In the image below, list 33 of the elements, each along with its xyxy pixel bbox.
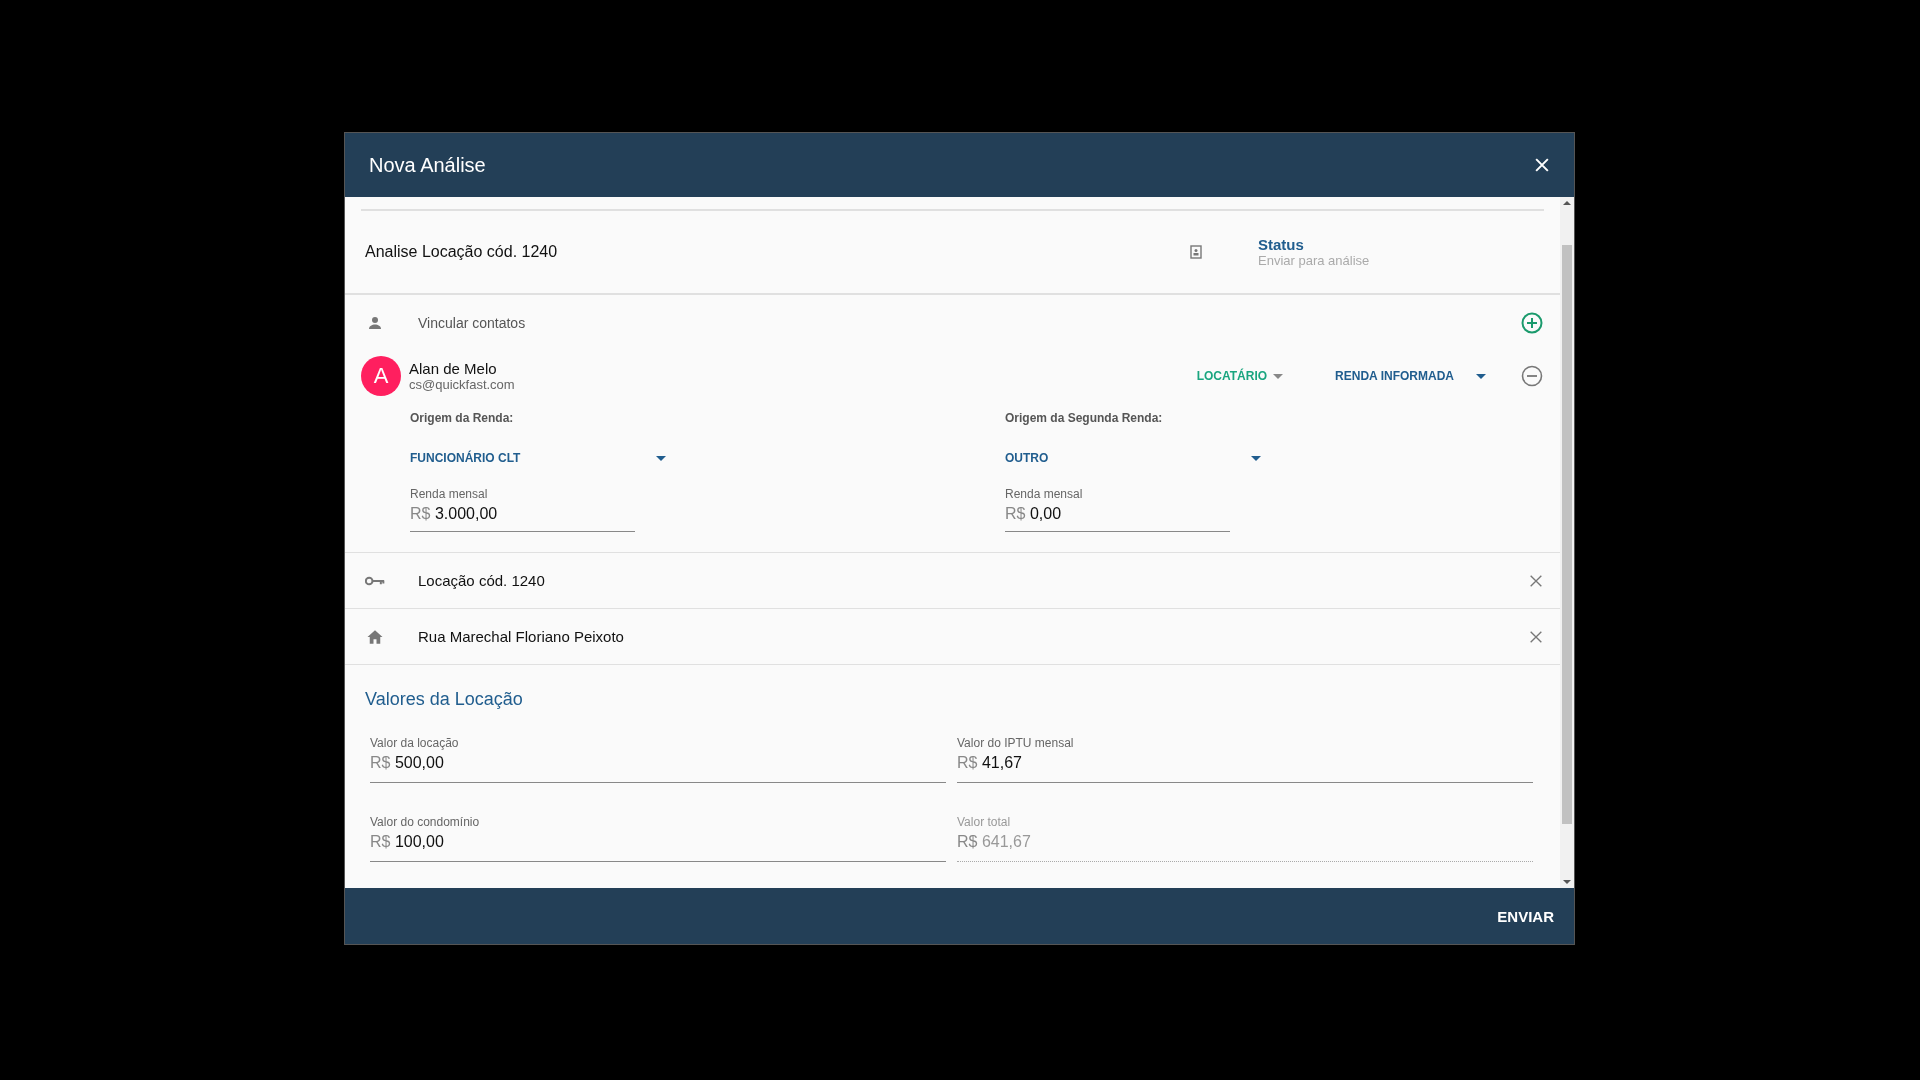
status-value: Enviar para análise <box>1258 253 1371 268</box>
linked-item-label: Rua Marechal Floriano Peixoto <box>418 628 625 645</box>
currency-field[interactable]: Valor do IPTU mensal R$ 41,67 <box>957 736 1533 783</box>
avatar: A <box>361 356 401 396</box>
scroll-up-arrow-icon[interactable] <box>1563 201 1571 205</box>
linked-item-label: Locação cód. 1240 <box>418 572 546 589</box>
income-source-label: Origem da Segunda Renda: <box>1005 411 1164 425</box>
income-source-label: Origem da Renda: <box>410 411 515 425</box>
caret-icon[interactable] <box>1273 373 1284 379</box>
add-icon[interactable] <box>1520 311 1544 335</box>
link-contacts-label: Vincular contatos <box>418 315 527 331</box>
status-label: Status <box>1258 236 1305 253</box>
dialog-title: Nova Análise <box>369 153 486 177</box>
key-icon <box>365 574 385 587</box>
remove-icon[interactable] <box>1520 364 1544 388</box>
currency-field[interactable]: Valor do condomínio R$ 100,00 <box>370 815 946 862</box>
caret-icon[interactable] <box>656 455 666 461</box>
caret-icon[interactable] <box>1476 373 1486 379</box>
income-type-dropdown[interactable]: RENDA INFORMADA <box>1331 365 1490 387</box>
record-title: Analise Locação cód. 1240 <box>365 243 559 261</box>
caret-icon[interactable] <box>1251 455 1261 461</box>
document-icon <box>1190 245 1202 259</box>
scroll-down-arrow-icon[interactable] <box>1563 880 1571 884</box>
income-source-dropdown[interactable]: OUTRO <box>1005 451 1261 465</box>
income-source-dropdown[interactable]: FUNCIONÁRIO CLT <box>410 451 666 465</box>
monthly-income-field[interactable]: Renda mensal R$ 0,00 <box>1005 487 1230 532</box>
contact-name: Alan de Melo <box>409 360 498 377</box>
currency-field[interactable]: Valor da locação R$ 500,00 <box>370 736 946 783</box>
send-button[interactable]: ENVIAR <box>1497 899 1554 933</box>
contact-email: cs@quickfast.com <box>409 377 516 392</box>
scrollbar[interactable] <box>1560 197 1574 888</box>
section-title: Valores da Locação <box>365 689 524 710</box>
monthly-income-field[interactable]: Renda mensal R$ 3.000,00 <box>410 487 635 532</box>
